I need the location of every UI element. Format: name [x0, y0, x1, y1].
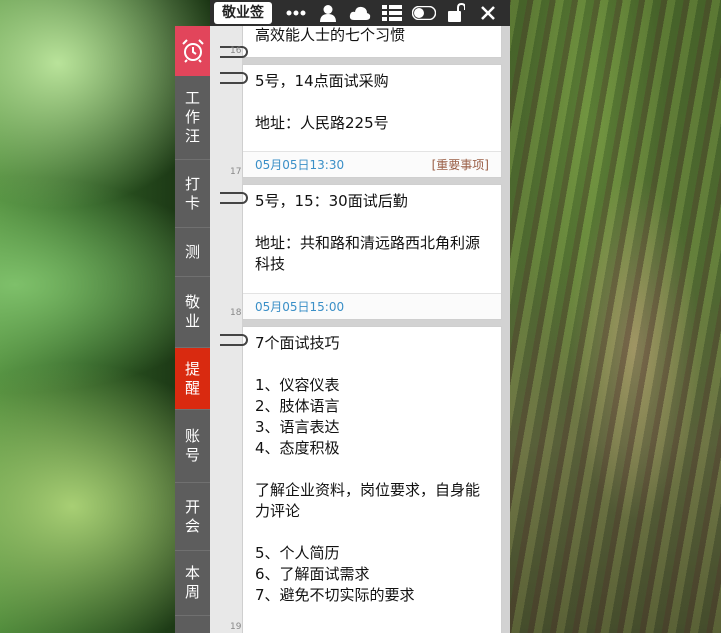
more-icon[interactable] [280, 0, 312, 26]
sidebar-item-6[interactable]: 开 会 [175, 483, 210, 551]
notes-list: 高效能人士的七个习惯 16 5号，14点面试采购 地址：人民路225号 05月0… [210, 26, 510, 633]
note-date: 05月05日15:00 [255, 300, 345, 314]
note-card[interactable]: 5号，14点面试采购 地址：人民路225号 05月05日13:30 [重要事项] [242, 64, 502, 178]
note-card[interactable]: 7个面试技巧 1、仪容仪表 2、肢体语言 3、语言表达 4、态度积极 了解企业资… [242, 326, 502, 633]
note-number: 18 [230, 308, 242, 318]
note-tag[interactable]: [重要事项] [432, 156, 489, 173]
note-number: 17 [230, 167, 242, 177]
close-icon[interactable] [472, 0, 504, 26]
clip-icon [220, 72, 248, 84]
clip-icon [220, 334, 248, 346]
note-date: 05月05日13:30 [255, 158, 345, 172]
line-gutter [210, 26, 242, 633]
note-text: 7个面试技巧 1、仪容仪表 2、肢体语言 3、语言表达 4、态度积极 了解企业资… [255, 334, 481, 604]
note-number: 16 [230, 46, 242, 56]
background-tree-bark [505, 0, 721, 633]
sidebar-item-0[interactable]: 工 作 汪 [175, 76, 210, 160]
alarm-clock-icon[interactable] [175, 26, 210, 76]
sidebar-item-4[interactable]: 提 醒 [175, 348, 210, 410]
sidebar-item-7[interactable]: 本 周 [175, 551, 210, 616]
note-text: 高效能人士的七个习惯 [255, 26, 406, 44]
lock-icon[interactable] [440, 0, 472, 26]
note-card[interactable]: 5号，15：30面试后勤 地址：共和路和清远路西北角利源科技 05月05日15:… [242, 184, 502, 320]
note-number: 19 [230, 622, 242, 632]
side-navigation: 工 作 汪 打 卡 测 敬 业 提 醒 账 号 开 会 本 周 [175, 26, 210, 633]
app-name: 敬业签 [214, 2, 272, 24]
clip-icon [220, 192, 248, 204]
note-text: 5号，14点面试采购 地址：人民路225号 [255, 72, 389, 132]
user-icon[interactable] [312, 0, 344, 26]
sidebar-item-5[interactable]: 账 号 [175, 410, 210, 483]
toggle-icon[interactable] [408, 0, 440, 26]
list-icon[interactable] [376, 0, 408, 26]
note-text: 5号，15：30面试后勤 地址：共和路和清远路西北角利源科技 [255, 192, 481, 273]
sidebar-item-2[interactable]: 测 [175, 228, 210, 277]
sidebar-item-1[interactable]: 打 卡 [175, 160, 210, 228]
sidebar-item-3[interactable]: 敬 业 [175, 277, 210, 348]
top-toolbar: 敬业签 [210, 0, 510, 26]
cloud-icon[interactable] [344, 0, 376, 26]
note-card[interactable]: 高效能人士的七个习惯 [242, 26, 502, 58]
